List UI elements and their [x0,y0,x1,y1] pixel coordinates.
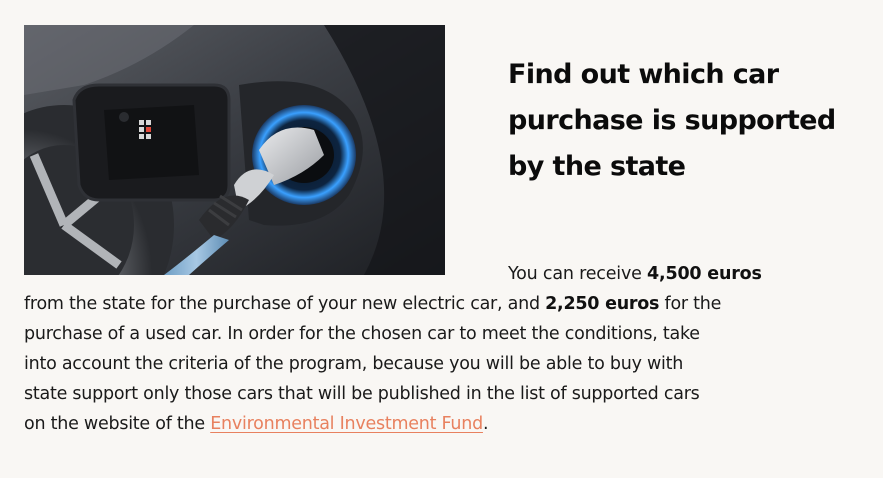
content-section: Find out which car purchase is supported… [0,0,883,478]
paragraph-line-5: state support only those cars that will … [24,384,700,404]
paragraph-line-3: purchase of a used car. In order for the… [24,324,700,344]
ev-charging-photo-icon [24,25,445,275]
paragraph-line-6: on the website of the Environmental Inve… [24,410,489,438]
paragraph-line-2: from the state for the purchase of your … [24,290,721,318]
intro-text: You can receive [508,264,648,284]
line6-text-b: . [482,414,489,434]
new-car-amount: 4,500 euros [647,264,762,284]
ev-charging-image [24,25,445,275]
paragraph-line-1: You can receive 4,500 euros [508,260,762,288]
environmental-investment-fund-link[interactable]: Environmental Investment Fund [210,414,483,434]
line2-text-b: for the [659,294,722,314]
paragraph-line-4: into account the criteria of the program… [24,354,684,374]
line6-text-a: on the website of the [24,414,211,434]
line2-text-a: from the state for the purchase of your … [24,294,546,314]
page-heading: Find out which car purchase is supported… [508,59,836,182]
used-car-amount: 2,250 euros [545,294,660,314]
